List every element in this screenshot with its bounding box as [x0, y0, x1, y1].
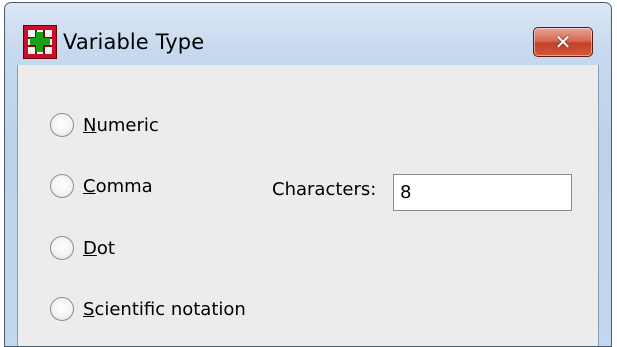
dialog-body: Numeric Comma Dot Scientific notation Ch… [17, 65, 599, 346]
radio-button[interactable] [50, 174, 74, 198]
spss-data-icon [23, 25, 57, 59]
radio-label: Comma [83, 176, 153, 197]
variable-type-dialog: Variable Type ✕ Numeric Comma Dot Scient… [4, 2, 612, 347]
close-button[interactable]: ✕ [533, 27, 593, 57]
radio-button[interactable] [50, 297, 74, 321]
radio-label: Dot [83, 238, 115, 259]
characters-input[interactable] [393, 174, 572, 211]
radio-button[interactable] [50, 113, 74, 137]
characters-label: Characters: [272, 179, 377, 200]
dialog-title: Variable Type [63, 30, 205, 54]
radio-label: Scientific notation [83, 299, 246, 320]
close-icon: ✕ [554, 30, 572, 54]
radio-button[interactable] [50, 236, 74, 260]
radio-label: Numeric [83, 115, 159, 136]
title-bar[interactable]: Variable Type ✕ [5, 3, 611, 65]
